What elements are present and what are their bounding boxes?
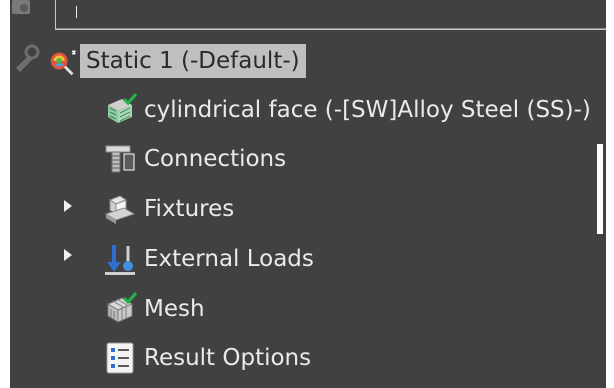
tree-node-fixtures[interactable]: Fixtures — [102, 192, 234, 226]
external-loads-icon — [105, 245, 135, 275]
result-options-icon — [106, 342, 134, 374]
mesh-label: Mesh — [144, 296, 205, 322]
result-options-label: Result Options — [144, 345, 312, 371]
tree-node-connections[interactable]: Connections — [102, 142, 286, 176]
filter-divider — [56, 28, 606, 29]
fixtures-icon — [104, 195, 136, 224]
fixtures-label: Fixtures — [144, 196, 235, 222]
connections-icon — [105, 145, 135, 173]
connections-label: Connections — [144, 146, 287, 172]
part-label: cylindrical face (-[SW]Alloy Steel (SS)-… — [144, 97, 591, 123]
feature-tree-panel: Static 1 (-Default-) cylindrical face (-… — [10, 0, 606, 388]
tree-node-result-options[interactable]: Result Options — [102, 341, 311, 375]
study-label-selected[interactable]: Static 1 (-Default-) — [80, 44, 306, 78]
toolbar-icon-top[interactable] — [10, 0, 46, 30]
fixtures-expand-arrow[interactable] — [64, 200, 72, 212]
text-caret — [76, 6, 77, 18]
study-icon — [50, 50, 76, 76]
external-loads-expand-arrow[interactable] — [64, 249, 72, 261]
part-body-icon — [108, 93, 138, 123]
external-loads-label: External Loads — [144, 246, 314, 272]
left-toolbar — [10, 0, 46, 110]
panel-edge-scrollbar[interactable] — [597, 144, 603, 234]
study-label: Static 1 (-Default-) — [86, 48, 300, 74]
tree-node-mesh[interactable]: Mesh — [102, 292, 205, 326]
tree-node-external-loads[interactable]: External Loads — [102, 242, 314, 276]
tree-node-part[interactable]: cylindrical face (-[SW]Alloy Steel (SS)-… — [102, 93, 591, 127]
tree-node-study[interactable]: Static 1 (-Default-) — [46, 44, 306, 78]
mesh-icon — [106, 292, 138, 323]
wrench-icon[interactable] — [10, 40, 46, 72]
tree-filter-input[interactable] — [55, 0, 606, 30]
